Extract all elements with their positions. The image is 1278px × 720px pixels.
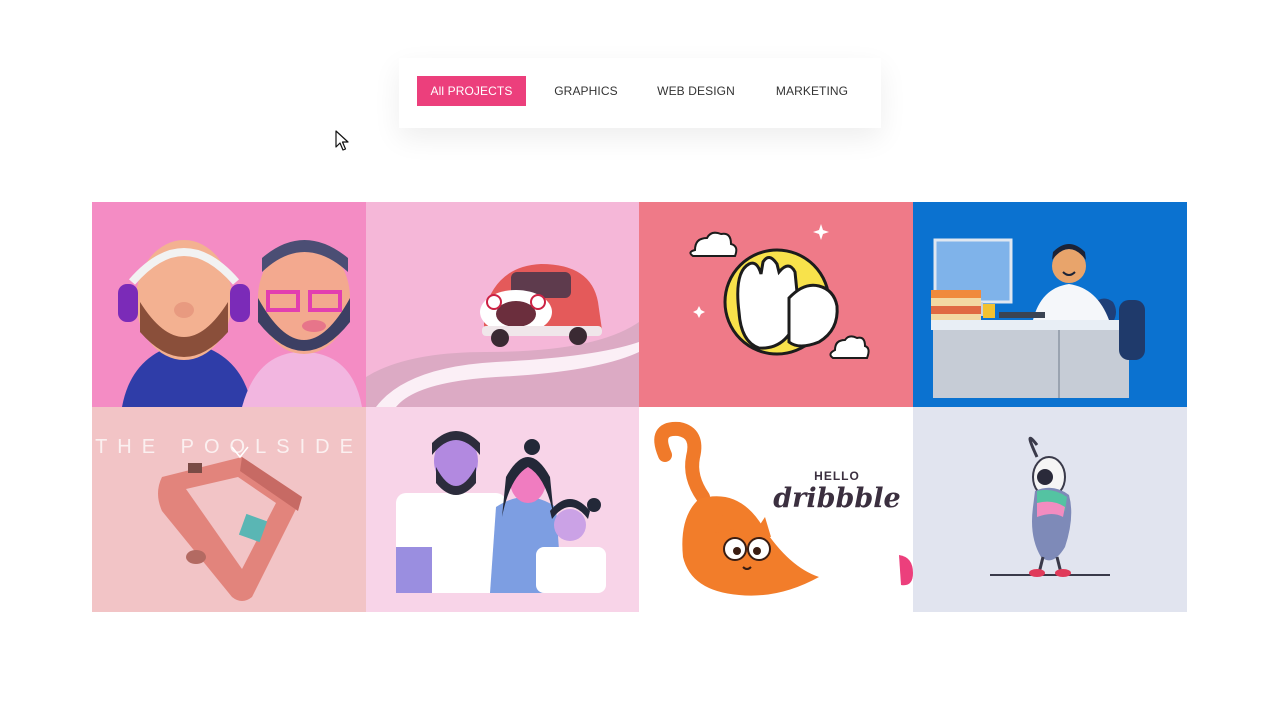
man-at-desk-illustration [913,202,1187,407]
portfolio-tile-poolside[interactable]: THE POOLSIDE [92,407,366,612]
bird-character-illustration [913,407,1187,612]
portfolio-tile-family[interactable] [366,407,639,612]
two-bearded-men-illustration [92,202,366,407]
portfolio-tile-bird[interactable] [913,407,1187,612]
red-car-illustration [366,202,639,407]
mouse-cursor-icon [335,130,349,151]
project-filter-bar: All PROJECTS GRAPHICS WEB DESIGN MARKETI… [399,58,881,128]
portfolio-tile-red-car[interactable] [366,202,639,407]
portfolio-tile-hello-dribbble[interactable]: HELLO dribbble [639,407,913,612]
filter-marketing[interactable]: MARKETING [767,76,857,106]
portfolio-grid: THE POOLSIDE HELLO dribbble [92,202,1187,612]
orange-cat-illustration: HELLO dribbble [639,407,913,612]
poolside-title-text: THE POOLSIDE [95,436,363,458]
dribbble-text: dribbble [773,483,900,514]
filter-web-design[interactable]: WEB DESIGN [651,76,741,106]
poolside-illustration: THE POOLSIDE [92,407,366,612]
hello-text: HELLO [814,469,860,483]
filter-graphics[interactable]: GRAPHICS [545,76,627,106]
portfolio-tile-office-man[interactable] [913,202,1187,407]
portfolio-tile-clapping-hands[interactable] [639,202,913,407]
family-illustration [366,407,639,612]
filter-all-projects[interactable]: All PROJECTS [417,76,526,106]
clapping-hands-illustration [639,202,913,407]
portfolio-tile-two-men[interactable] [92,202,366,407]
